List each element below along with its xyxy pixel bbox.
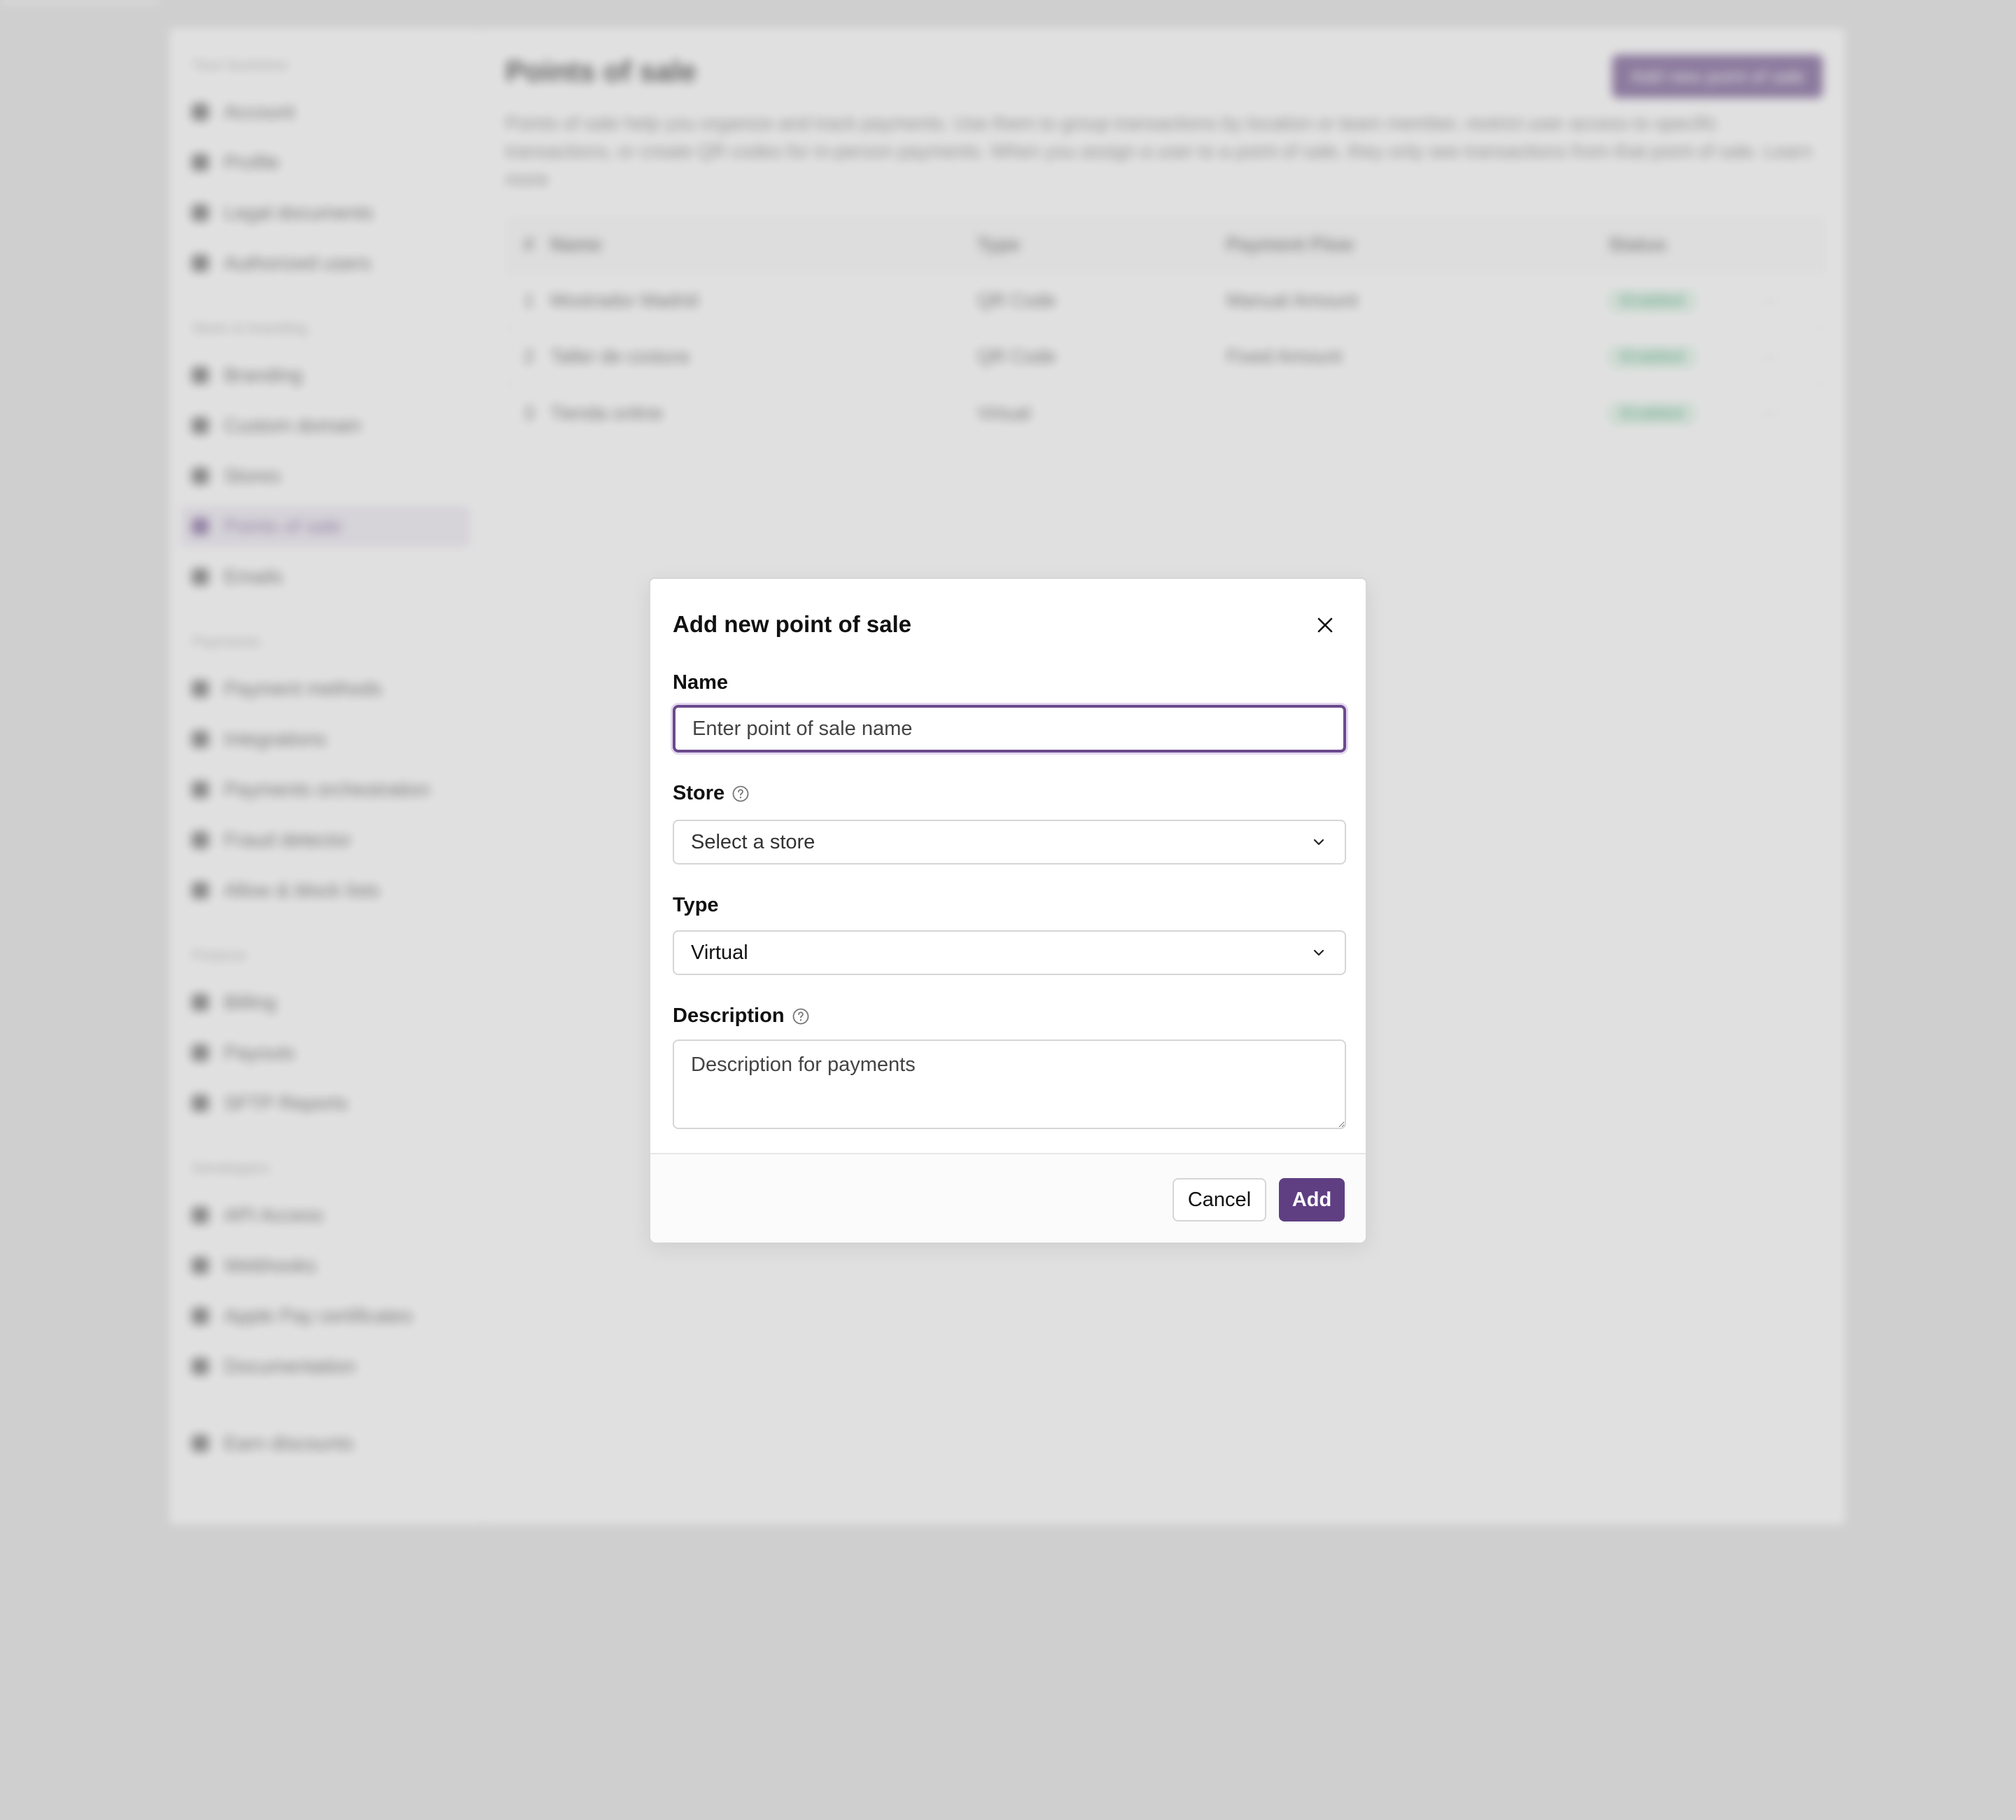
add-point-of-sale-dialog: Add new point of sale Name Store Select …	[649, 578, 1367, 1242]
store-label-text: Store	[673, 782, 725, 804]
name-label-text: Name	[673, 671, 728, 694]
close-button[interactable]	[1310, 610, 1340, 640]
store-label: Store	[673, 782, 750, 805]
type-select[interactable]: Virtual	[673, 930, 1346, 975]
description-textarea[interactable]	[673, 1040, 1346, 1129]
type-select-value: Virtual	[691, 941, 748, 964]
close-icon	[1317, 617, 1333, 633]
add-button[interactable]: Add	[1279, 1178, 1345, 1222]
name-input[interactable]	[673, 705, 1346, 752]
chevron-down-icon	[1313, 839, 1324, 846]
store-select-value: Select a store	[691, 830, 816, 853]
description-label-text: Description	[673, 1004, 785, 1027]
chevron-down-icon	[1313, 949, 1324, 956]
description-label: Description	[673, 1004, 810, 1028]
dialog-footer: Cancel Add	[650, 1153, 1366, 1242]
dialog-title: Add new point of sale	[673, 611, 912, 637]
type-label-text: Type	[673, 894, 719, 916]
name-label: Name	[673, 671, 728, 694]
type-label: Type	[673, 894, 719, 917]
store-select[interactable]: Select a store	[673, 820, 1346, 864]
cancel-button[interactable]: Cancel	[1172, 1178, 1266, 1222]
help-circle-icon[interactable]	[732, 785, 750, 803]
help-circle-icon[interactable]	[792, 1007, 810, 1026]
